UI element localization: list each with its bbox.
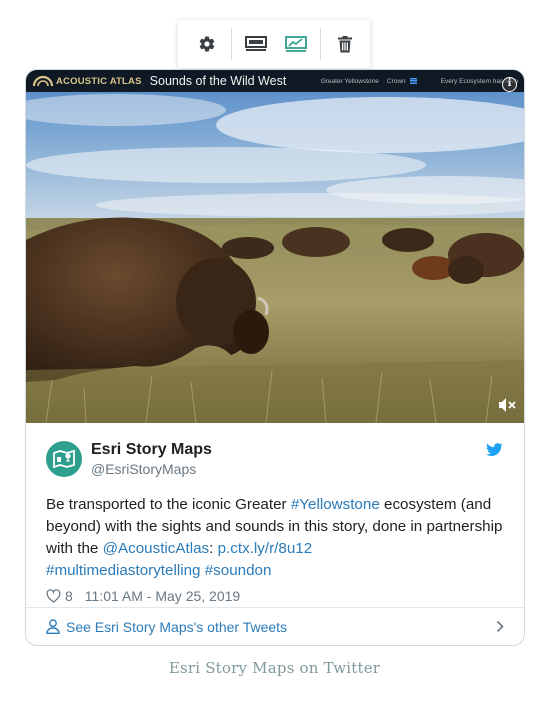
toolbar-divider <box>231 28 232 60</box>
other-tweets-label: See Esri Story Maps's other Tweets <box>66 618 288 635</box>
tweet-meta: 8 11:01 AM - May 25, 2019 <box>46 586 504 606</box>
tweet-text: Be transported to the iconic Greater #Ye… <box>46 494 504 582</box>
tweet-author[interactable]: Esri Story Maps @EsriStoryMaps <box>46 437 504 481</box>
nav-item[interactable]: Greater Yellowstone <box>321 78 379 85</box>
mention-link[interactable]: @AcousticAtlas <box>103 540 210 557</box>
author-handle[interactable]: @EsriStoryMaps <box>91 460 212 478</box>
chart-layout-button[interactable] <box>276 20 316 68</box>
video-title: Sounds of the Wild West <box>149 74 287 88</box>
menu-icon[interactable] <box>409 78 417 84</box>
toolbar-divider <box>320 28 321 60</box>
story-map-icon <box>53 449 75 469</box>
chart-layout-icon <box>285 36 307 52</box>
tweet-video[interactable]: ACOUSTIC ATLAS Sounds of the Wild West G… <box>26 70 524 423</box>
other-tweets-link[interactable]: See Esri Story Maps's other Tweets <box>26 607 524 645</box>
settings-button[interactable] <box>187 20 227 68</box>
muted-speaker-icon[interactable] <box>498 397 516 413</box>
block-toolbar <box>178 20 370 68</box>
video-nav: Greater Yellowstone Crown Every Ecosyste… <box>313 78 518 85</box>
tweet-text-part: : <box>209 540 218 557</box>
media-layout-icon <box>245 36 267 51</box>
delete-button[interactable] <box>325 20 365 68</box>
trash-icon <box>338 35 352 52</box>
brand-text: ACOUSTIC ATLAS <box>56 75 142 87</box>
url-link[interactable]: p.ctx.ly/r/8u12 <box>218 540 313 557</box>
avatar[interactable] <box>46 441 82 477</box>
hashtag-link[interactable]: #soundon <box>205 562 272 579</box>
video-header-bar: ACOUSTIC ATLAS Sounds of the Wild West G… <box>26 70 524 92</box>
heart-icon[interactable] <box>46 589 61 603</box>
acoustic-atlas-logo: ACOUSTIC ATLAS <box>32 75 142 87</box>
author-name[interactable]: Esri Story Maps <box>91 440 212 460</box>
info-icon[interactable]: i <box>502 77 517 92</box>
hashtag-link[interactable]: #Yellowstone <box>291 496 380 513</box>
hashtag-link[interactable]: #multimediastorytelling <box>46 562 200 579</box>
twitter-bird-icon[interactable] <box>486 443 503 457</box>
chevron-right-icon <box>496 620 504 633</box>
embedded-tweet: ACOUSTIC ATLAS Sounds of the Wild West G… <box>25 69 525 646</box>
gear-icon <box>199 36 215 52</box>
tweet-body: Esri Story Maps @EsriStoryMaps Be transp… <box>26 423 524 606</box>
tweet-timestamp[interactable]: 11:01 AM - May 25, 2019 <box>85 588 240 604</box>
person-icon <box>46 619 60 634</box>
embed-caption: Esri Story Maps on Twitter <box>168 659 381 677</box>
like-count[interactable]: 8 <box>65 588 73 604</box>
author-names: Esri Story Maps @EsriStoryMaps <box>91 440 212 478</box>
bison-grassland-image <box>26 70 524 423</box>
sun-arc-icon <box>32 75 54 87</box>
tweet-text-part: Be transported to the iconic Greater <box>46 496 291 513</box>
media-layout-button[interactable] <box>236 20 276 68</box>
nav-item[interactable]: Crown <box>387 78 406 85</box>
